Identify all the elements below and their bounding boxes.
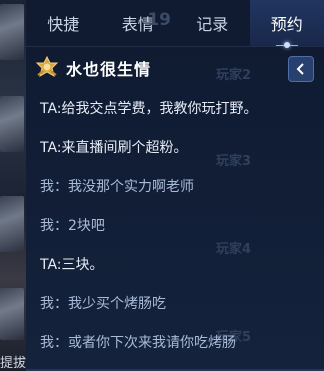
- chat-message: TA:给我交点学费，我教你玩打野。: [40, 100, 258, 117]
- rank-badge-icon: [35, 55, 59, 78]
- contact-name: 水也很生情: [66, 60, 152, 79]
- tab-label: 记录: [196, 15, 229, 34]
- chat-message: 我：我少买个烤肠吃: [40, 295, 166, 312]
- chevron-left-icon: [296, 63, 304, 75]
- game-background: 提拔: [0, 0, 26, 371]
- chat-message: 我：2块吧: [40, 217, 105, 234]
- tab-history[interactable]: 记录: [175, 0, 250, 46]
- collapse-button[interactable]: [288, 56, 314, 82]
- hero-thumbnail: [0, 4, 24, 60]
- hero-thumbnail: [0, 288, 24, 340]
- background-bottom-text: 提拔: [0, 356, 27, 371]
- tab-reservation[interactable]: 预约: [249, 0, 324, 48]
- message-list[interactable]: TA:给我交点学费，我教你玩打野。 TA:来直播间刷个超粉。 我：我没那个实力啊…: [26, 88, 324, 361]
- chat-message: TA:三块。: [40, 256, 104, 273]
- tab-shortcuts[interactable]: 快捷: [26, 0, 101, 46]
- tab-label: 预约: [270, 15, 303, 34]
- chat-message: 我：或者你下次来我请你吃烤肠: [40, 334, 236, 351]
- tab-bar: 快捷 表情 19 记录 预约: [26, 0, 324, 48]
- background-player-label: 玩家2: [216, 68, 252, 83]
- chat-message: TA:来直播间刷个超粉。: [40, 139, 188, 156]
- background-number: 19: [147, 10, 171, 30]
- tab-emoji[interactable]: 表情 19: [101, 0, 176, 46]
- chat-message: 我：我没那个实力啊老师: [40, 178, 194, 195]
- chat-panel: 快捷 表情 19 记录 预约 水也很生情 玩家2 玩家3 玩家4 玩家5 TA:…: [26, 0, 324, 371]
- hero-thumbnail: [0, 96, 24, 152]
- tab-label: 快捷: [47, 15, 80, 34]
- chat-header: 水也很生情: [26, 48, 324, 88]
- hero-thumbnail: [0, 196, 24, 252]
